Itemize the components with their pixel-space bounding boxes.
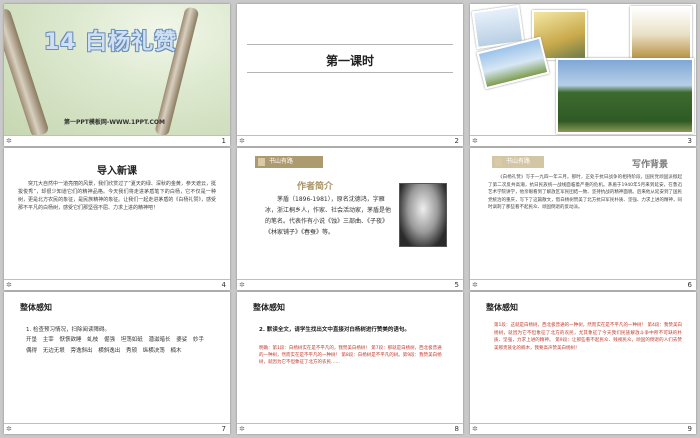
slide-number: 8 xyxy=(454,425,459,433)
slide-footer: ✲ 7 xyxy=(4,423,230,434)
section-ribbon: 书山有路 xyxy=(492,156,544,168)
slide-thumbnail-8[interactable]: 整体感知 2. 默读全文，请学生找出文中直接对白杨树进行赞美的语句。 明确：第1… xyxy=(237,292,463,434)
slide-number: 1 xyxy=(221,137,226,145)
slide-footer: ✲ 8 xyxy=(237,423,463,434)
slide-heading: 整体感知 xyxy=(253,303,285,312)
slide-transition-icon: ✲ xyxy=(472,425,478,433)
slide-heading: 整体感知 xyxy=(486,303,518,312)
slide-thumbnail-3[interactable]: ✲ 3 xyxy=(470,4,696,146)
divider xyxy=(247,44,453,45)
slide-number: 2 xyxy=(454,137,459,145)
site-credit: 第一PPT模板网-WWW.1PPT.COM xyxy=(64,119,165,126)
slide-thumbnail-6[interactable]: 书山有路 写作背景 《白杨礼赞》写于一九四一年三月。那时，正处于抗日战争的相持阶… xyxy=(470,148,696,290)
slide-question: 2. 默读全文，请学生找出文中直接对白杨树进行赞美的语句。 xyxy=(259,327,410,333)
slide-heading: 写作背景 xyxy=(631,160,668,170)
section-ribbon: 书山有路 xyxy=(255,156,323,168)
slide-heading: 第一课时 xyxy=(325,54,374,68)
slide-number: 4 xyxy=(221,281,226,289)
slide-heading: 整体感知 xyxy=(20,303,52,312)
author-portrait xyxy=(399,183,447,247)
slide-thumbnail-4[interactable]: 导入新课 突兀大自然中一道亮丽的风景，我们欣赏过了“夏天的绿、深秋的金黄，参天遮… xyxy=(4,148,230,290)
slide-footer: ✲ 4 xyxy=(4,279,230,290)
slide-transition-icon: ✲ xyxy=(472,137,478,145)
slide-transition-icon: ✲ xyxy=(6,281,12,289)
slide-thumbnail-5[interactable]: 书山有路 作者简介 茅盾（1896-1981），原名沈德鸿，字雁冰，浙江桐乡人，… xyxy=(237,148,463,290)
slide-thumbnail-9[interactable]: 整体感知 第1段：这就是白杨树，西北极普通的一种树，然而实在是不平凡的一种树！ … xyxy=(470,292,696,434)
slide-text: 《白杨礼赞》写于一九四一年三月。那时，正处于抗日战争的相持阶段，国民党顽固派掀起… xyxy=(488,175,682,210)
slide-footer: ✲ 3 xyxy=(470,135,696,146)
slide-footer: ✲ 2 xyxy=(237,135,463,146)
slide-transition-icon: ✲ xyxy=(472,281,478,289)
slide-heading: 作者简介 xyxy=(297,182,334,192)
slide-number: 7 xyxy=(221,425,226,433)
slide-transition-icon: ✲ xyxy=(6,137,12,145)
slide-heading: 导入新课 xyxy=(97,166,137,177)
slide-text: 突兀大自然中一道亮丽的风景，我们欣赏过了“夏天的绿、深秋的金黄，参天遮云，挺拔俊… xyxy=(18,181,216,211)
slide-transition-icon: ✲ xyxy=(239,281,245,289)
divider xyxy=(247,72,453,73)
slide-footer: ✲ 1 xyxy=(4,135,230,146)
slide-thumbnail-7[interactable]: 整体感知 1. 检查预习情况，扫除阅读障碍。 开垦 主宰 恹恹欲睡 虬枝 倔强 … xyxy=(4,292,230,434)
poplar-photo xyxy=(630,6,692,62)
slide-thumbnail-2[interactable]: 第一课时 ✲ 2 xyxy=(237,4,463,146)
slide-number: 5 xyxy=(454,281,459,289)
slide-number: 6 xyxy=(687,281,692,289)
slide-footer: ✲ 5 xyxy=(237,279,463,290)
slide-transition-icon: ✲ xyxy=(239,137,245,145)
poplar-row-photo xyxy=(556,58,694,134)
slide-answer: 第1段：这就是白杨树，西北极普通的一种树，然而实在是不平凡的一种树！ 第4段：我… xyxy=(494,323,682,351)
slide-number: 9 xyxy=(687,425,692,433)
slide-subheading: 1. 检查预习情况，扫除阅读障碍。 xyxy=(26,327,110,333)
slide-answer: 明确：第1段：白杨树实在是不平凡的，我赞美白杨树！ 第7段：那就是白杨树，西北极… xyxy=(259,346,442,365)
slide-thumbnail-1[interactable]: 14 白杨礼赞 第一PPT模板网-WWW.1PPT.COM ✲ 1 xyxy=(4,4,230,146)
slide-footer: ✲ 9 xyxy=(470,423,696,434)
slide-transition-icon: ✲ xyxy=(239,425,245,433)
slide-text: 茅盾（1896-1981），原名沈德鸿，字雁冰，浙江桐乡人，作家、社会活动家，茅… xyxy=(265,196,392,236)
slide-transition-icon: ✲ xyxy=(6,425,12,433)
slide-title: 14 白杨礼赞 xyxy=(44,30,178,55)
slide-number: 3 xyxy=(687,137,692,145)
slide-footer: ✲ 6 xyxy=(470,279,696,290)
vocabulary-list: 开垦 主宰 恹恹欲睡 虬枝 倔强 坦荡如砥 潜滋暗长 婆娑 妙手偶得 无边无垠 … xyxy=(26,337,204,354)
